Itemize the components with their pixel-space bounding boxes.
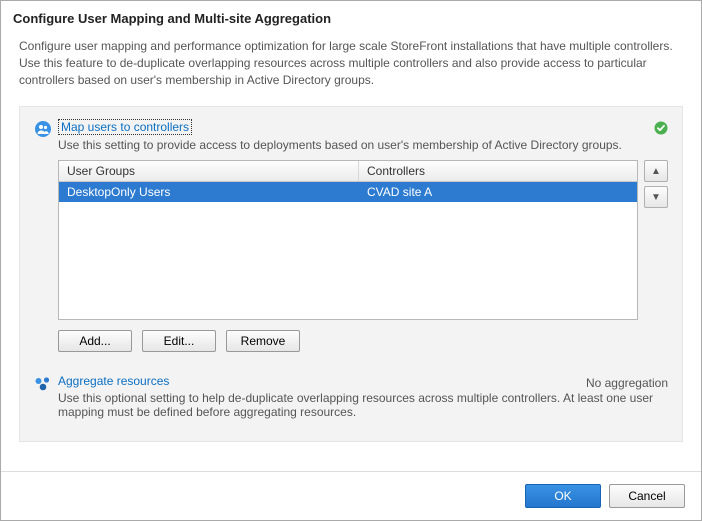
table-body: DesktopOnly Users CVAD site A [59,182,637,319]
dialog-window: Configure User Mapping and Multi-site Ag… [0,0,702,521]
check-icon [654,121,668,135]
cancel-button[interactable]: Cancel [609,484,685,508]
window-title: Configure User Mapping and Multi-site Ag… [1,1,701,34]
users-icon [34,120,52,138]
map-users-subtitle: Use this setting to provide access to de… [58,138,668,152]
edit-button[interactable]: Edit... [142,330,216,352]
add-button[interactable]: Add... [58,330,132,352]
table-row[interactable]: DesktopOnly Users CVAD site A [59,182,637,202]
ok-button[interactable]: OK [525,484,601,508]
table-header: User Groups Controllers [59,161,637,182]
content-area: Configure user mapping and performance o… [1,34,701,471]
col-user-groups[interactable]: User Groups [59,161,359,181]
mapping-table[interactable]: User Groups Controllers DesktopOnly User… [58,160,638,320]
description-text: Configure user mapping and performance o… [19,38,683,88]
aggregate-link[interactable]: Aggregate resources [58,374,169,388]
aggregate-icon [34,375,52,393]
move-up-button[interactable]: ▲ [644,160,668,182]
reorder-arrows: ▲ ▼ [644,160,668,320]
cell-controller: CVAD site A [359,184,637,200]
map-users-section-header: Map users to controllers Use this settin… [34,119,668,160]
mapping-table-wrap: User Groups Controllers DesktopOnly User… [58,160,668,320]
col-controllers[interactable]: Controllers [359,161,637,181]
settings-panel: Map users to controllers Use this settin… [19,106,683,442]
mapping-button-row: Add... Edit... Remove [58,330,668,352]
aggregate-subtitle: Use this optional setting to help de-dup… [58,391,668,419]
dialog-footer: OK Cancel [1,471,701,520]
map-users-link[interactable]: Map users to controllers [58,119,192,135]
move-down-button[interactable]: ▼ [644,186,668,208]
aggregate-section-header: Aggregate resources Use this optional se… [34,374,668,427]
cell-user-group: DesktopOnly Users [59,184,359,200]
remove-button[interactable]: Remove [226,330,300,352]
aggregate-status: No aggregation [586,376,668,390]
